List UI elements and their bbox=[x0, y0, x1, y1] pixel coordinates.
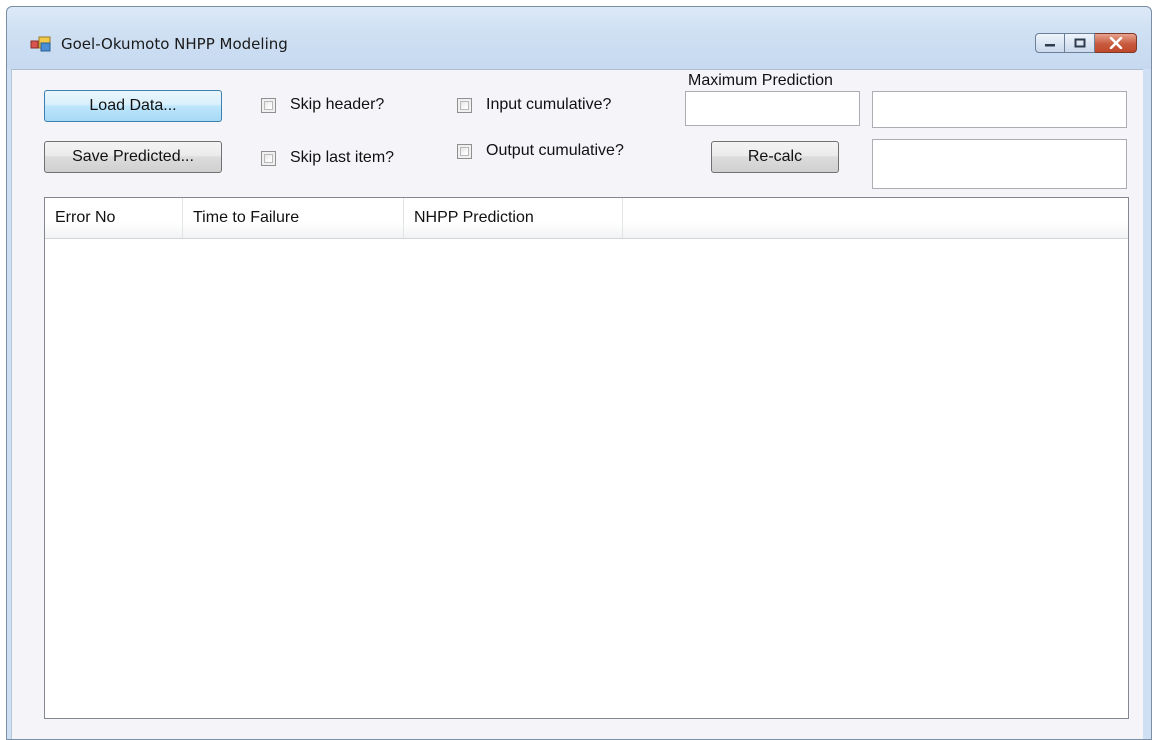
listview-header: Error No Time to Failure NHPP Prediction bbox=[45, 198, 1128, 239]
skip-last-item-checkbox[interactable]: Skip last item? bbox=[261, 149, 394, 167]
results-listview[interactable]: Error No Time to Failure NHPP Prediction bbox=[44, 197, 1129, 719]
minimize-button[interactable] bbox=[1035, 33, 1065, 53]
client-area: Load Data... Save Predicted... Skip head… bbox=[11, 69, 1143, 739]
app-window: Goel-Okumoto NHPP Modeling Load Data... … bbox=[6, 6, 1152, 740]
title-bar[interactable]: Goel-Okumoto NHPP Modeling bbox=[7, 7, 1151, 69]
output-cumulative-label: Output cumulative? bbox=[486, 142, 624, 159]
save-predicted-button[interactable]: Save Predicted... bbox=[44, 141, 222, 173]
input-cumulative-checkbox[interactable]: Input cumulative? bbox=[457, 96, 611, 114]
result-top-field[interactable] bbox=[872, 91, 1127, 128]
column-header-nhpp-prediction[interactable]: NHPP Prediction bbox=[404, 198, 623, 238]
window-controls bbox=[1035, 33, 1137, 55]
load-data-button[interactable]: Load Data... bbox=[44, 90, 222, 122]
recalc-button[interactable]: Re-calc bbox=[711, 141, 839, 173]
close-icon bbox=[1109, 37, 1122, 49]
max-prediction-label: Maximum Prediction bbox=[688, 72, 833, 89]
window-title: Goel-Okumoto NHPP Modeling bbox=[61, 35, 288, 53]
close-button[interactable] bbox=[1095, 33, 1137, 53]
skip-header-label: Skip header? bbox=[290, 96, 385, 113]
input-cumulative-box[interactable] bbox=[457, 97, 472, 113]
column-header-error-no[interactable]: Error No bbox=[45, 198, 183, 238]
skip-header-checkbox[interactable]: Skip header? bbox=[261, 96, 384, 114]
skip-header-box[interactable] bbox=[261, 97, 276, 113]
skip-last-item-label: Skip last item? bbox=[290, 149, 395, 166]
max-prediction-input[interactable] bbox=[685, 91, 860, 126]
output-cumulative-box[interactable] bbox=[457, 143, 472, 159]
skip-last-item-box[interactable] bbox=[261, 150, 276, 166]
minimize-icon bbox=[1045, 44, 1055, 47]
result-bottom-field[interactable] bbox=[872, 139, 1127, 189]
column-header-filler bbox=[623, 198, 1128, 238]
output-cumulative-checkbox[interactable]: Output cumulative? bbox=[457, 142, 624, 160]
maximize-icon bbox=[1074, 38, 1085, 48]
app-icon bbox=[30, 36, 51, 52]
input-cumulative-label: Input cumulative? bbox=[486, 96, 612, 113]
maximize-button[interactable] bbox=[1065, 33, 1095, 53]
column-header-time-to-failure[interactable]: Time to Failure bbox=[183, 198, 404, 238]
